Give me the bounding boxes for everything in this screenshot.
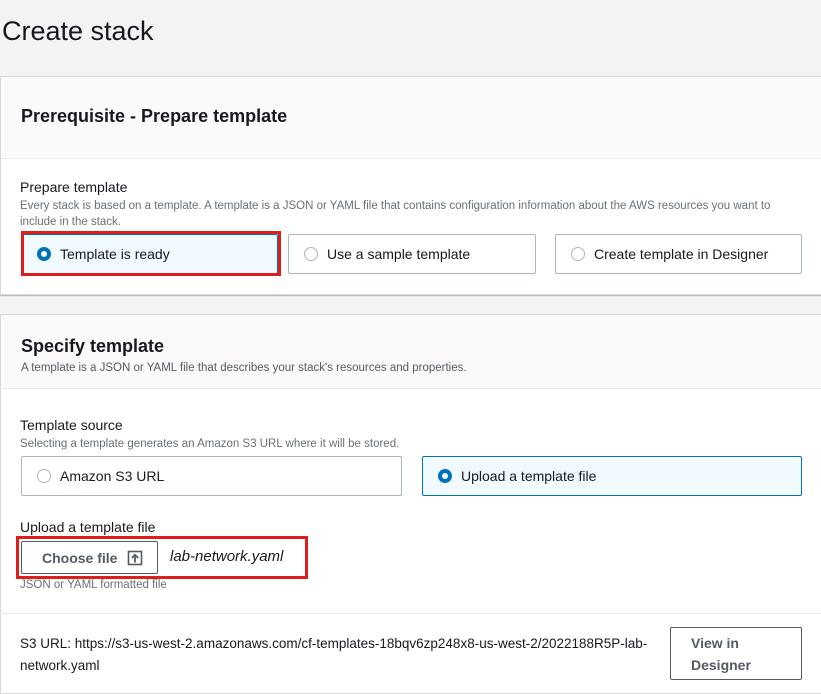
prepare-template-label: Prepare template — [20, 179, 128, 195]
option-label: Amazon S3 URL — [60, 468, 165, 484]
source-upload-template-file[interactable]: Upload a template file — [422, 456, 802, 496]
view-in-designer-label: View in Designer — [691, 634, 751, 673]
radio-unselected-icon — [37, 469, 51, 483]
prerequisite-panel-header: Prerequisite - Prepare template — [1, 77, 821, 159]
option-label: Use a sample template — [327, 246, 471, 262]
option-use-sample-template[interactable]: Use a sample template — [288, 234, 536, 274]
template-source-label: Template source — [20, 417, 123, 433]
view-in-designer-button[interactable]: View in Designer — [670, 627, 802, 680]
s3-url-text: S3 URL: https://s3-us-west-2.amazonaws.c… — [20, 636, 648, 673]
choose-file-label: Choose file — [42, 549, 118, 566]
option-label: Template is ready — [60, 246, 170, 262]
option-label: Upload a template file — [461, 468, 597, 484]
radio-selected-icon — [438, 469, 452, 483]
source-amazon-s3-url[interactable]: Amazon S3 URL — [21, 456, 402, 496]
specify-heading: Specify template — [21, 336, 165, 356]
choose-file-button[interactable]: Choose file — [21, 541, 158, 574]
radio-unselected-icon — [571, 247, 585, 261]
prerequisite-heading: Prerequisite - Prepare template — [21, 106, 288, 126]
file-format-hint: JSON or YAML formatted file — [20, 579, 167, 591]
selected-file-name: lab-network.yaml — [170, 548, 284, 565]
page-title: Create stack — [2, 16, 154, 46]
upload-file-label: Upload a template file — [20, 519, 156, 535]
prepare-template-description: Every stack is based on a template. A te… — [20, 200, 771, 228]
specify-panel-header: Specify template A template is a JSON or… — [1, 315, 821, 389]
radio-selected-icon — [37, 247, 51, 261]
option-create-in-designer[interactable]: Create template in Designer — [555, 234, 802, 274]
upload-icon — [128, 550, 143, 565]
specify-description: A template is a JSON or YAML file that d… — [21, 362, 467, 374]
option-label: Create template in Designer — [594, 246, 769, 262]
template-source-description: Selecting a template generates an Amazon… — [20, 438, 400, 450]
option-template-is-ready[interactable]: Template is ready — [21, 234, 278, 274]
radio-unselected-icon — [304, 247, 318, 261]
divider — [0, 613, 821, 614]
